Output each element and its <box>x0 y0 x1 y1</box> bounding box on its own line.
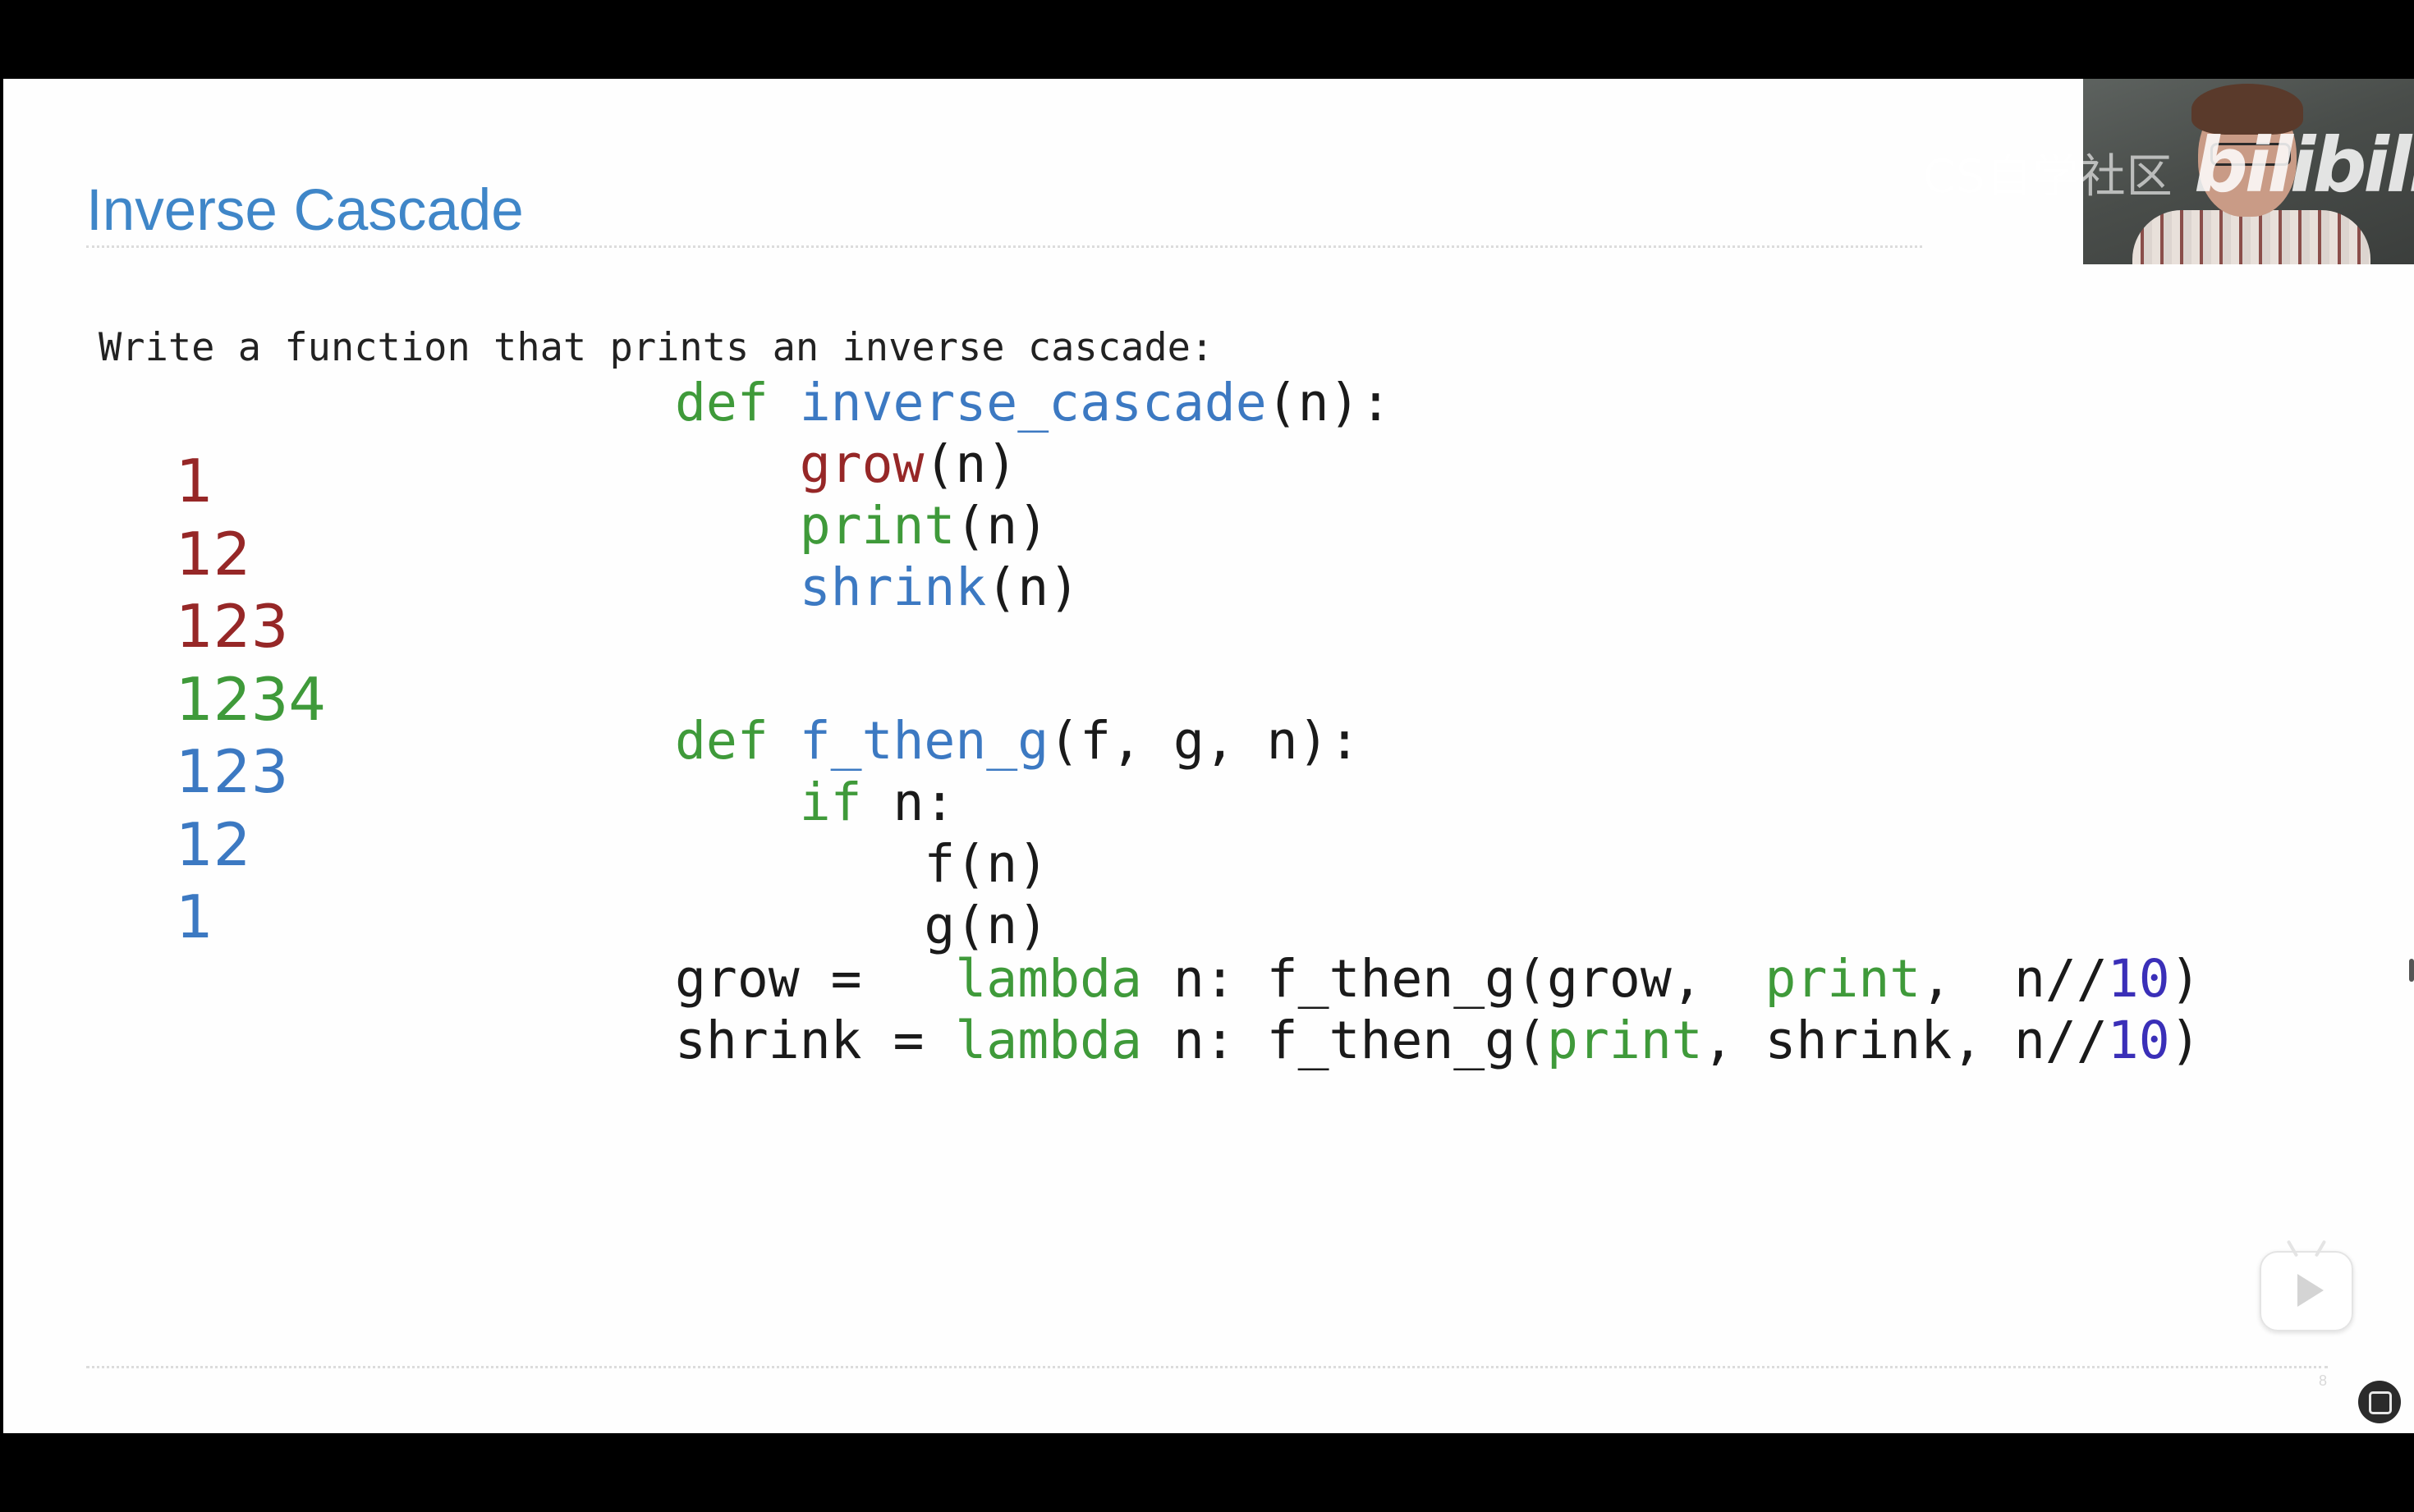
code-token: , shrink, n// <box>1702 1010 2108 1070</box>
code-token: ) <box>2169 1010 2201 1070</box>
code-token: shrink <box>799 557 987 617</box>
page-number: 8 <box>2319 1372 2328 1389</box>
code-token: g(n) <box>675 896 1049 955</box>
code-token: 10 <box>2107 1010 2170 1070</box>
footer-divider <box>86 1366 2328 1368</box>
subtitle-icon <box>2369 1391 2392 1414</box>
code-token: inverse_cascade <box>799 373 1267 433</box>
code-token: print <box>1547 1010 1703 1070</box>
code-token: (n) <box>955 496 1049 556</box>
code-token: n: f_then_g( <box>1141 1010 1548 1070</box>
code-token: , n// <box>1921 949 2108 1009</box>
code-line: if n: <box>675 772 1360 833</box>
cascade-line: 1 <box>176 447 213 515</box>
code-line: shrink = lambda n: f_then_g(print, shrin… <box>675 1010 2201 1071</box>
cascade-line: 12 <box>176 809 251 879</box>
code-line: g(n) <box>675 895 1360 956</box>
code-line: grow(n) <box>675 433 1391 495</box>
code-token: f(n) <box>675 834 1049 894</box>
cascade-line: 123 <box>176 592 289 661</box>
code-token: (n): <box>1266 373 1392 433</box>
title-divider <box>86 245 1922 248</box>
code-token: 10 <box>2107 949 2170 1009</box>
code-block-inverse-cascade: def inverse_cascade(n): grow(n) print(n)… <box>675 372 1391 618</box>
play-icon <box>2297 1274 2324 1307</box>
code-token: if <box>799 772 862 832</box>
code-line: f(n) <box>675 833 1360 895</box>
code-token: (n) <box>986 557 1081 617</box>
code-token: lambda <box>955 1010 1142 1070</box>
code-token: n: <box>861 772 956 832</box>
video-player[interactable]: Inverse Cascade Write a function that pr… <box>0 0 2414 1512</box>
play-button[interactable] <box>2260 1251 2353 1331</box>
watermark-text: CS自学社区 <box>1923 150 2173 204</box>
code-token: grow <box>799 434 925 494</box>
cascade-line: 12 <box>176 519 251 589</box>
code-line: print(n) <box>675 495 1391 557</box>
side-handle[interactable] <box>2409 959 2414 982</box>
slide-title: Inverse Cascade <box>86 178 524 243</box>
code-token: lambda <box>955 949 1142 1009</box>
code-token: (f, g, n): <box>1049 711 1361 771</box>
code-line: shrink(n) <box>675 557 1391 618</box>
code-line: def f_then_g(f, g, n): <box>675 710 1360 772</box>
code-line: grow = lambda n: f_then_g(grow, print, n… <box>675 948 2201 1010</box>
code-token: ) <box>2169 949 2201 1009</box>
cascade-line: 1 <box>176 882 213 951</box>
subtitle-button[interactable] <box>2358 1381 2401 1423</box>
bilibili-logo: bilibili <box>2194 121 2414 209</box>
cascade-line: 123 <box>176 737 289 806</box>
code-token: def <box>675 711 800 771</box>
code-token: (n) <box>924 434 1018 494</box>
code-token: print <box>1765 949 1921 1009</box>
code-token: f_then_g <box>799 711 1049 771</box>
code-token: n: f_then_g(grow, <box>1141 949 1765 1009</box>
code-block-lambdas: grow = lambda n: f_then_g(grow, print, n… <box>675 948 2201 1071</box>
cascade-line: 1234 <box>176 664 327 734</box>
lecture-slide: Inverse Cascade Write a function that pr… <box>3 79 2414 1433</box>
code-token: grow = <box>675 949 956 1009</box>
cascade-output-example: 1 12 123 1234 123 12 1 <box>176 445 326 954</box>
code-token: shrink = <box>675 1010 956 1070</box>
slide-intro-text: Write a function that prints an inverse … <box>99 325 1214 370</box>
code-block-f-then-g: def f_then_g(f, g, n): if n: f(n) g(n) <box>675 710 1360 956</box>
presenter-shirt <box>2132 210 2370 264</box>
code-token: print <box>799 496 956 556</box>
code-line: def inverse_cascade(n): <box>675 372 1391 433</box>
code-token: def <box>675 373 800 433</box>
